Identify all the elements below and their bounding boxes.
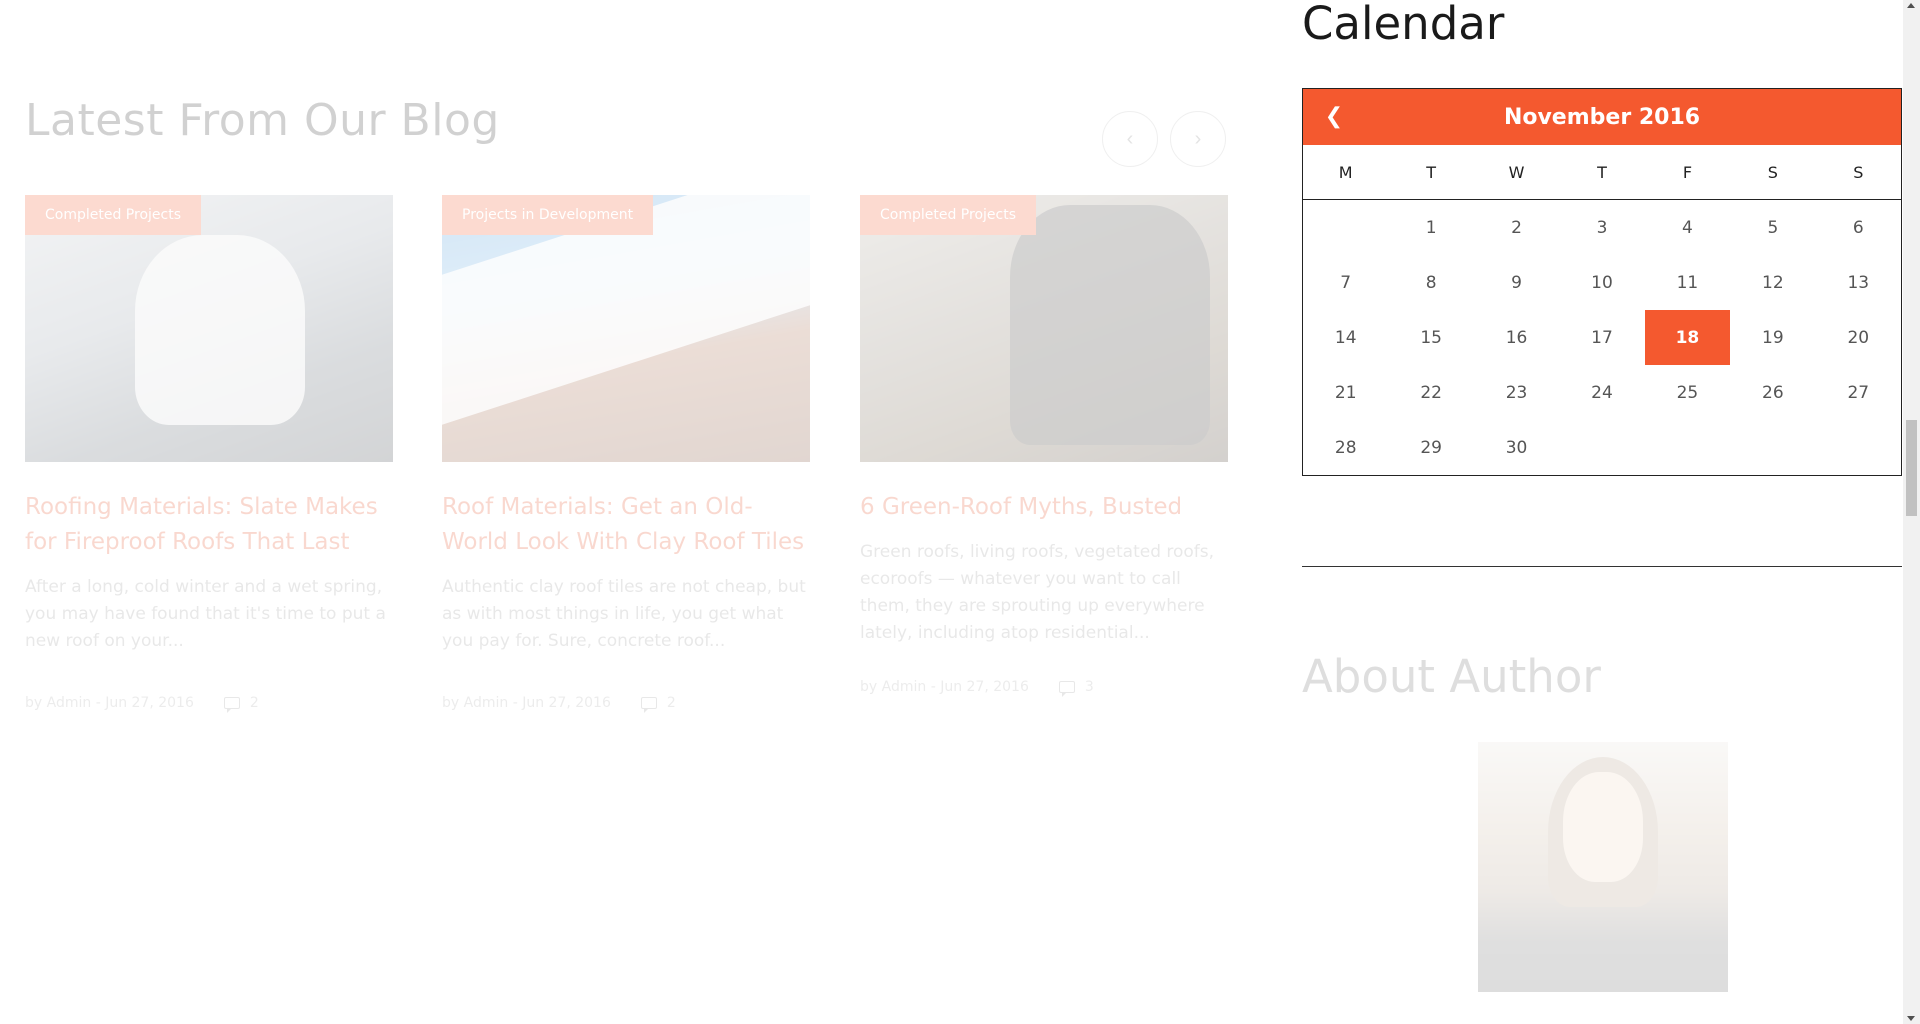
post-title[interactable]: Roofing Materials: Slate Makes for Firep… [25, 490, 393, 560]
weekday-label: S [1767, 162, 1778, 182]
category-badge[interactable]: Projects in Development [442, 195, 654, 235]
calendar-empty-cell [1816, 420, 1901, 475]
worker-figure [135, 235, 305, 425]
page-scrollbar[interactable] [1903, 0, 1920, 1024]
weekday-label: S [1853, 162, 1864, 182]
calendar-day-cell[interactable]: 27 [1816, 365, 1901, 420]
calendar-day-cell[interactable]: 6 [1816, 200, 1901, 255]
calendar-day-cell[interactable]: 16 [1474, 310, 1559, 365]
post-excerpt: Authentic clay roof tiles are not cheap,… [442, 577, 806, 651]
calendar-today-cell[interactable]: 18 [1644, 310, 1731, 365]
calendar-empty-cell [1645, 420, 1730, 475]
calendar-day-cell[interactable]: 8 [1388, 255, 1473, 310]
calendar-day-cell[interactable]: 30 [1474, 420, 1559, 475]
comment-count[interactable]: 3 [1058, 679, 1094, 697]
latest-blog-section: Latest From Our Blog ‹ › Completed Proje… [25, 0, 1228, 1024]
weekday-label: M [1338, 162, 1353, 182]
scroll-down-arrow-icon[interactable] [1907, 1016, 1915, 1021]
post-meta: by Admin - Jun 27, 2016 3 [860, 679, 1228, 697]
calendar-day-cell[interactable]: 9 [1474, 255, 1559, 310]
comment-count-value: 3 [1084, 679, 1094, 695]
calendar-day-cell[interactable]: 10 [1559, 255, 1644, 310]
chevron-left-icon: ❮ [1324, 103, 1344, 129]
weekday-label: T [1426, 162, 1437, 182]
calendar-day-cell[interactable]: 4 [1645, 200, 1730, 255]
calendar-day-cell[interactable]: 29 [1388, 420, 1473, 475]
post-title[interactable]: Roof Materials: Get an Old-World Look Wi… [442, 490, 810, 560]
calendar-day-cell[interactable]: 22 [1388, 365, 1473, 420]
calendar-day-cell[interactable]: 11 [1645, 255, 1730, 310]
calendar-widget: ❮ November 2016 MTWTFSS 1 2 3 4 5 6 7 8 9 10 11 12 1… [1302, 88, 1902, 476]
post-image[interactable]: Completed Projects [860, 195, 1228, 462]
post-image[interactable]: Projects in Development [442, 195, 810, 462]
calendar-day-cell[interactable]: 26 [1730, 365, 1815, 420]
calendar-day-cell[interactable]: 19 [1730, 310, 1815, 365]
blog-card: Completed Projects 6 Green-Roof Myths, B… [860, 195, 1228, 697]
blog-section-title: Latest From Our Blog [25, 95, 500, 146]
comment-count-value: 2 [249, 695, 259, 711]
about-author-section: About Author [1302, 650, 1902, 992]
post-excerpt: After a long, cold winter and a wet spri… [25, 577, 386, 651]
calendar-day-cell[interactable]: 20 [1816, 310, 1901, 365]
category-badge[interactable]: Completed Projects [860, 195, 1037, 235]
calendar-day-cell[interactable]: 28 [1303, 420, 1388, 475]
about-author-heading: About Author [1302, 650, 1601, 703]
post-title[interactable]: 6 Green-Roof Myths, Busted [860, 490, 1228, 525]
weekday-label: T [1597, 162, 1607, 182]
blog-card: Projects in Development Roof Materials: … [442, 195, 810, 713]
post-author-date: by Admin - Jun 27, 2016 [860, 679, 1029, 695]
sidebar-divider [1302, 566, 1902, 567]
scroll-up-arrow-icon[interactable] [1907, 3, 1915, 8]
worker-figure [1010, 205, 1210, 445]
comment-count[interactable]: 2 [640, 695, 676, 713]
calendar-day-cell[interactable]: 5 [1730, 200, 1815, 255]
post-meta: by Admin - Jun 27, 2016 2 [25, 695, 393, 713]
weekday-label: W [1508, 162, 1525, 182]
post-author-date: by Admin - Jun 27, 2016 [25, 695, 194, 711]
calendar-day-cell[interactable]: 15 [1388, 310, 1473, 365]
calendar-date-grid: 1 2 3 4 5 6 7 8 9 10 11 12 13 14 15 16 17 18 19 20 21 22 23 24 2… [1303, 200, 1901, 475]
author-face [1563, 772, 1643, 882]
comment-count[interactable]: 2 [223, 695, 259, 713]
blog-card: Completed Projects Roofing Materials: Sl… [25, 195, 393, 713]
chevron-right-icon: › [1194, 127, 1202, 150]
comment-icon [1058, 681, 1075, 697]
chevron-left-icon: ‹ [1126, 127, 1134, 150]
post-image[interactable]: Completed Projects [25, 195, 393, 462]
calendar-day-cell[interactable]: 21 [1303, 365, 1388, 420]
blog-prev-button[interactable]: ‹ [1102, 111, 1158, 167]
calendar-empty-cell [1559, 420, 1644, 475]
calendar-day-cell[interactable]: 12 [1730, 255, 1815, 310]
post-meta: by Admin - Jun 27, 2016 2 [442, 695, 810, 713]
author-photo [1478, 742, 1728, 992]
calendar-month-label: November 2016 [1503, 104, 1701, 130]
post-author-date: by Admin - Jun 27, 2016 [442, 695, 611, 711]
comment-icon [223, 697, 240, 713]
category-badge[interactable]: Completed Projects [25, 195, 202, 235]
calendar-day-cell[interactable]: 24 [1559, 365, 1644, 420]
calendar-day-cell[interactable]: 1 [1388, 200, 1473, 255]
calendar-day-cell[interactable]: 2 [1474, 200, 1559, 255]
calendar-day-cell[interactable]: 7 [1303, 255, 1388, 310]
blog-next-button[interactable]: › [1170, 111, 1226, 167]
calendar-weekday-row: MTWTFSS [1303, 145, 1901, 200]
calendar-day-cell[interactable]: 25 [1645, 365, 1730, 420]
calendar-header: ❮ November 2016 [1303, 89, 1901, 145]
calendar-day-cell[interactable]: 13 [1816, 255, 1901, 310]
post-excerpt: Green roofs, living roofs, vegetated roo… [860, 542, 1215, 643]
calendar-empty-cell [1303, 200, 1388, 255]
calendar-day-cell[interactable]: 3 [1559, 200, 1644, 255]
scrollbar-thumb[interactable] [1906, 420, 1917, 516]
calendar-day-cell[interactable]: 23 [1474, 365, 1559, 420]
calendar-empty-cell [1730, 420, 1815, 475]
calendar-day-cell[interactable]: 17 [1559, 310, 1644, 365]
calendar-heading: Calendar [1302, 0, 1505, 50]
comment-count-value: 2 [666, 695, 676, 711]
calendar-day-cell[interactable]: 14 [1303, 310, 1388, 365]
comment-icon [640, 697, 657, 713]
calendar-prev-month-button[interactable]: ❮ [1319, 101, 1349, 131]
weekday-label: F [1682, 162, 1693, 182]
